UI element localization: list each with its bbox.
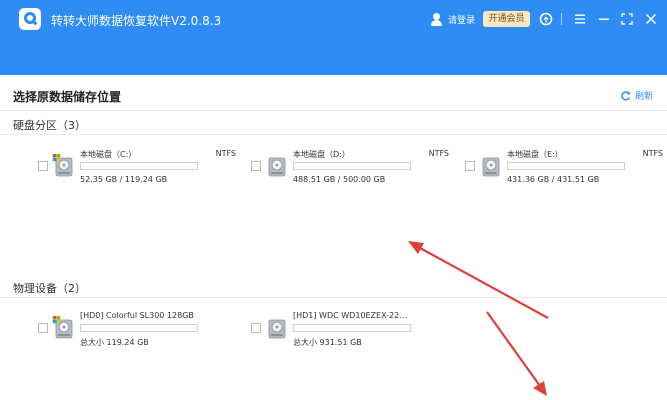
device-size: 总大小 931.51 GB xyxy=(293,338,362,347)
refresh-label: 刷新 xyxy=(635,91,654,102)
title-bar: 转转大师数据恢复软件V2.0.8.3 请登录 开通会员 xyxy=(0,0,667,75)
usage-bar xyxy=(293,324,411,332)
drive-card[interactable]: 本地磁盘（E:） NTFS 431.36 GB / 431.51 GB xyxy=(465,146,665,186)
menu-icon[interactable] xyxy=(572,11,588,27)
minimize-icon[interactable] xyxy=(596,11,612,27)
usage-bar xyxy=(80,162,198,170)
device-name: [HD1] WDC WD10EZEX-22MF... xyxy=(293,311,411,320)
refresh-button[interactable]: 刷新 xyxy=(620,88,653,102)
drive-checkbox[interactable] xyxy=(251,161,261,171)
drive-checkbox[interactable] xyxy=(465,161,475,171)
support-icon[interactable] xyxy=(538,11,554,27)
header-divider xyxy=(0,110,667,111)
login-link[interactable]: 请登录 xyxy=(430,11,475,27)
annotation-arrow-up xyxy=(408,241,549,319)
partitions-divider xyxy=(0,134,667,135)
drive-size: 431.36 GB / 431.51 GB xyxy=(507,175,600,184)
refresh-icon xyxy=(621,90,631,100)
device-checkbox[interactable] xyxy=(38,323,48,333)
close-icon[interactable] xyxy=(643,11,659,27)
drive-card[interactable]: 本地磁盘（D:） NTFS 488.51 GB / 500.00 GB xyxy=(251,146,451,186)
drive-filesystem: NTFS xyxy=(642,149,663,158)
toolbar-separator xyxy=(561,13,562,25)
drive-size: 52.35 GB / 119.24 GB xyxy=(80,175,168,184)
device-size: 总大小 119.24 GB xyxy=(80,338,149,347)
vip-button[interactable]: 开通会员 xyxy=(483,11,530,27)
devices-divider xyxy=(0,297,667,298)
drive-name: 本地磁盘（D:） xyxy=(293,150,350,159)
usage-bar xyxy=(293,162,411,170)
drive-name: 本地磁盘（C:） xyxy=(80,150,137,159)
user-icon xyxy=(430,12,443,26)
partitions-title: 硬盘分区（3） xyxy=(13,119,86,132)
page-title: 选择原数据储存位置 xyxy=(13,90,122,104)
device-card[interactable]: [HD0] Colorful SL300 128GB 总大小 119.24 GB xyxy=(38,308,238,348)
app-title: 转转大师数据恢复软件V2.0.8.3 xyxy=(51,14,222,28)
login-label: 请登录 xyxy=(448,15,476,26)
hard-disk-icon xyxy=(53,316,75,340)
usage-bar xyxy=(80,324,198,332)
hard-disk-icon xyxy=(266,154,288,178)
drive-size: 488.51 GB / 500.00 GB xyxy=(293,175,386,184)
drive-card[interactable]: 本地磁盘（C:） NTFS 52.35 GB / 119.24 GB xyxy=(38,146,238,186)
drive-name: 本地磁盘（E:） xyxy=(507,150,563,159)
drive-filesystem: NTFS xyxy=(215,149,236,158)
drive-filesystem: NTFS xyxy=(428,149,449,158)
maximize-icon[interactable] xyxy=(619,11,635,27)
hard-disk-icon xyxy=(266,316,288,340)
device-checkbox[interactable] xyxy=(251,323,261,333)
device-card[interactable]: [HD1] WDC WD10EZEX-22MF... 总大小 931.51 GB xyxy=(251,308,451,348)
usage-bar xyxy=(507,162,625,170)
logo-q-icon xyxy=(19,8,41,30)
annotation-arrow-down xyxy=(486,311,547,396)
devices-title: 物理设备（2） xyxy=(13,282,86,295)
drive-checkbox[interactable] xyxy=(38,161,48,171)
hard-disk-icon xyxy=(480,154,502,178)
device-name: [HD0] Colorful SL300 128GB xyxy=(80,311,194,320)
hard-disk-icon xyxy=(53,154,75,178)
